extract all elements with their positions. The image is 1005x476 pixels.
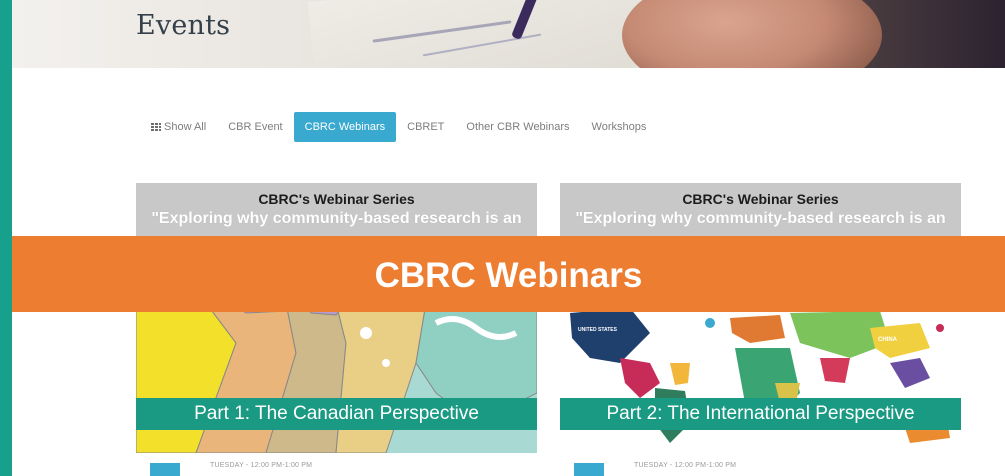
filter-cbret[interactable]: CBRET [396,112,455,142]
canada-map-image [136,303,537,453]
event-thumbnail[interactable]: CBRC's Webinar Series "Exploring why com… [560,183,961,453]
card-description: "Exploring why community-based research … [151,210,522,227]
world-map-image: UNITED STATES CHINA [560,303,961,453]
filter-show-all-label: Show All [164,121,207,133]
event-card-part-2[interactable]: CBRC's Webinar Series "Exploring why com… [560,183,961,476]
card-part-label: Part 1: The Canadian Perspective [136,398,537,430]
event-time: TUESDAY - 12:00 PM-1:00 PM [210,462,313,469]
card-series-title: CBRC's Webinar Series [258,191,415,207]
card-description: "Exploring why community-based research … [575,210,946,227]
filter-cbrc-webinars[interactable]: CBRC Webinars [293,112,397,142]
event-thumbnail[interactable]: CBRC's Webinar Series "Exploring why com… [136,183,537,453]
card-series-title: CBRC's Webinar Series [682,191,839,207]
banner-hand-image [622,0,882,68]
grid-icon [151,122,161,131]
event-time: TUESDAY - 12:00 PM-1:00 PM [634,462,737,469]
filter-cbr-event[interactable]: CBR Event [217,112,293,142]
map-label-usa: UNITED STATES [578,327,618,333]
card-part-label: Part 2: The International Perspective [560,398,961,430]
filter-show-all[interactable]: Show All [140,112,217,142]
date-badge [574,463,604,476]
event-card-part-1[interactable]: CBRC's Webinar Series "Exploring why com… [136,183,537,476]
date-badge [150,463,180,476]
page-title: Events [136,10,231,41]
world-map-svg: UNITED STATES CHINA [560,303,961,453]
category-overlay-banner: CBRC Webinars [12,236,1005,312]
card-meta: TUESDAY - 12:00 PM-1:00 PM [136,459,537,476]
header-banner: Events [12,0,1005,68]
filter-workshops[interactable]: Workshops [581,112,658,142]
filter-other-cbr-webinars[interactable]: Other CBR Webinars [455,112,580,142]
canada-map-svg [136,303,537,453]
card-meta: TUESDAY - 12:00 PM-1:00 PM [560,459,961,476]
filter-bar: Show All CBR Event CBRC Webinars CBRET O… [140,112,657,142]
map-label-china: CHINA [878,337,898,343]
